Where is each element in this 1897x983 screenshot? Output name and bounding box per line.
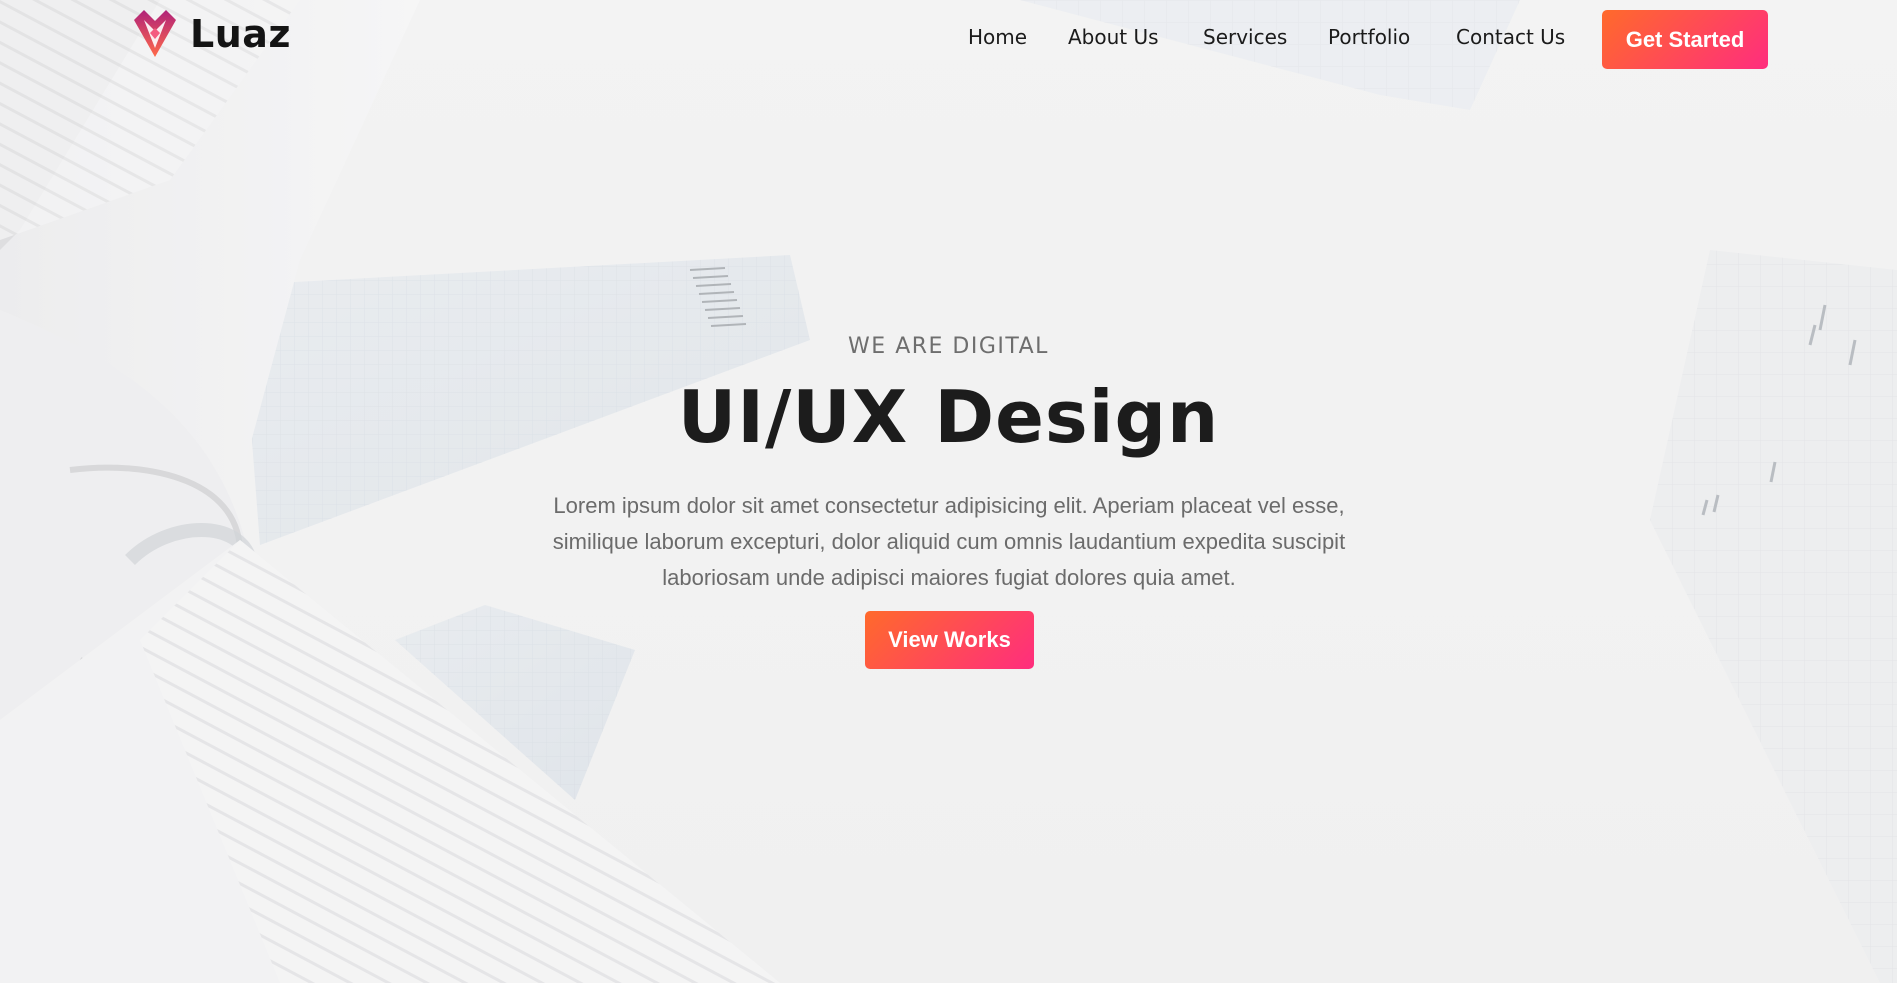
nav-item-about-us[interactable]: About Us: [1068, 25, 1159, 49]
nav-item-services[interactable]: Services: [1203, 25, 1287, 49]
hero-title: UI/UX Design: [677, 375, 1220, 459]
nav-item-portfolio[interactable]: Portfolio: [1328, 25, 1410, 49]
heart-diamond-logo-icon: [134, 10, 176, 57]
brand-name: Luaz: [190, 12, 292, 56]
nav-item-contact-us[interactable]: Contact Us: [1456, 25, 1565, 49]
view-works-button[interactable]: View Works: [865, 611, 1034, 669]
get-started-button[interactable]: Get Started: [1602, 10, 1768, 69]
nav-item-home[interactable]: Home: [968, 25, 1027, 49]
hero-eyebrow: WE ARE DIGITAL: [848, 334, 1049, 359]
site-header: Luaz Home About Us Services Portfolio Co…: [0, 0, 1897, 80]
hero-section: WE ARE DIGITAL UI/UX Design Lorem ipsum …: [0, 0, 1897, 983]
brand-logo[interactable]: Luaz: [130, 8, 291, 60]
hero-description: Lorem ipsum dolor sit amet consectetur a…: [552, 493, 1346, 590]
